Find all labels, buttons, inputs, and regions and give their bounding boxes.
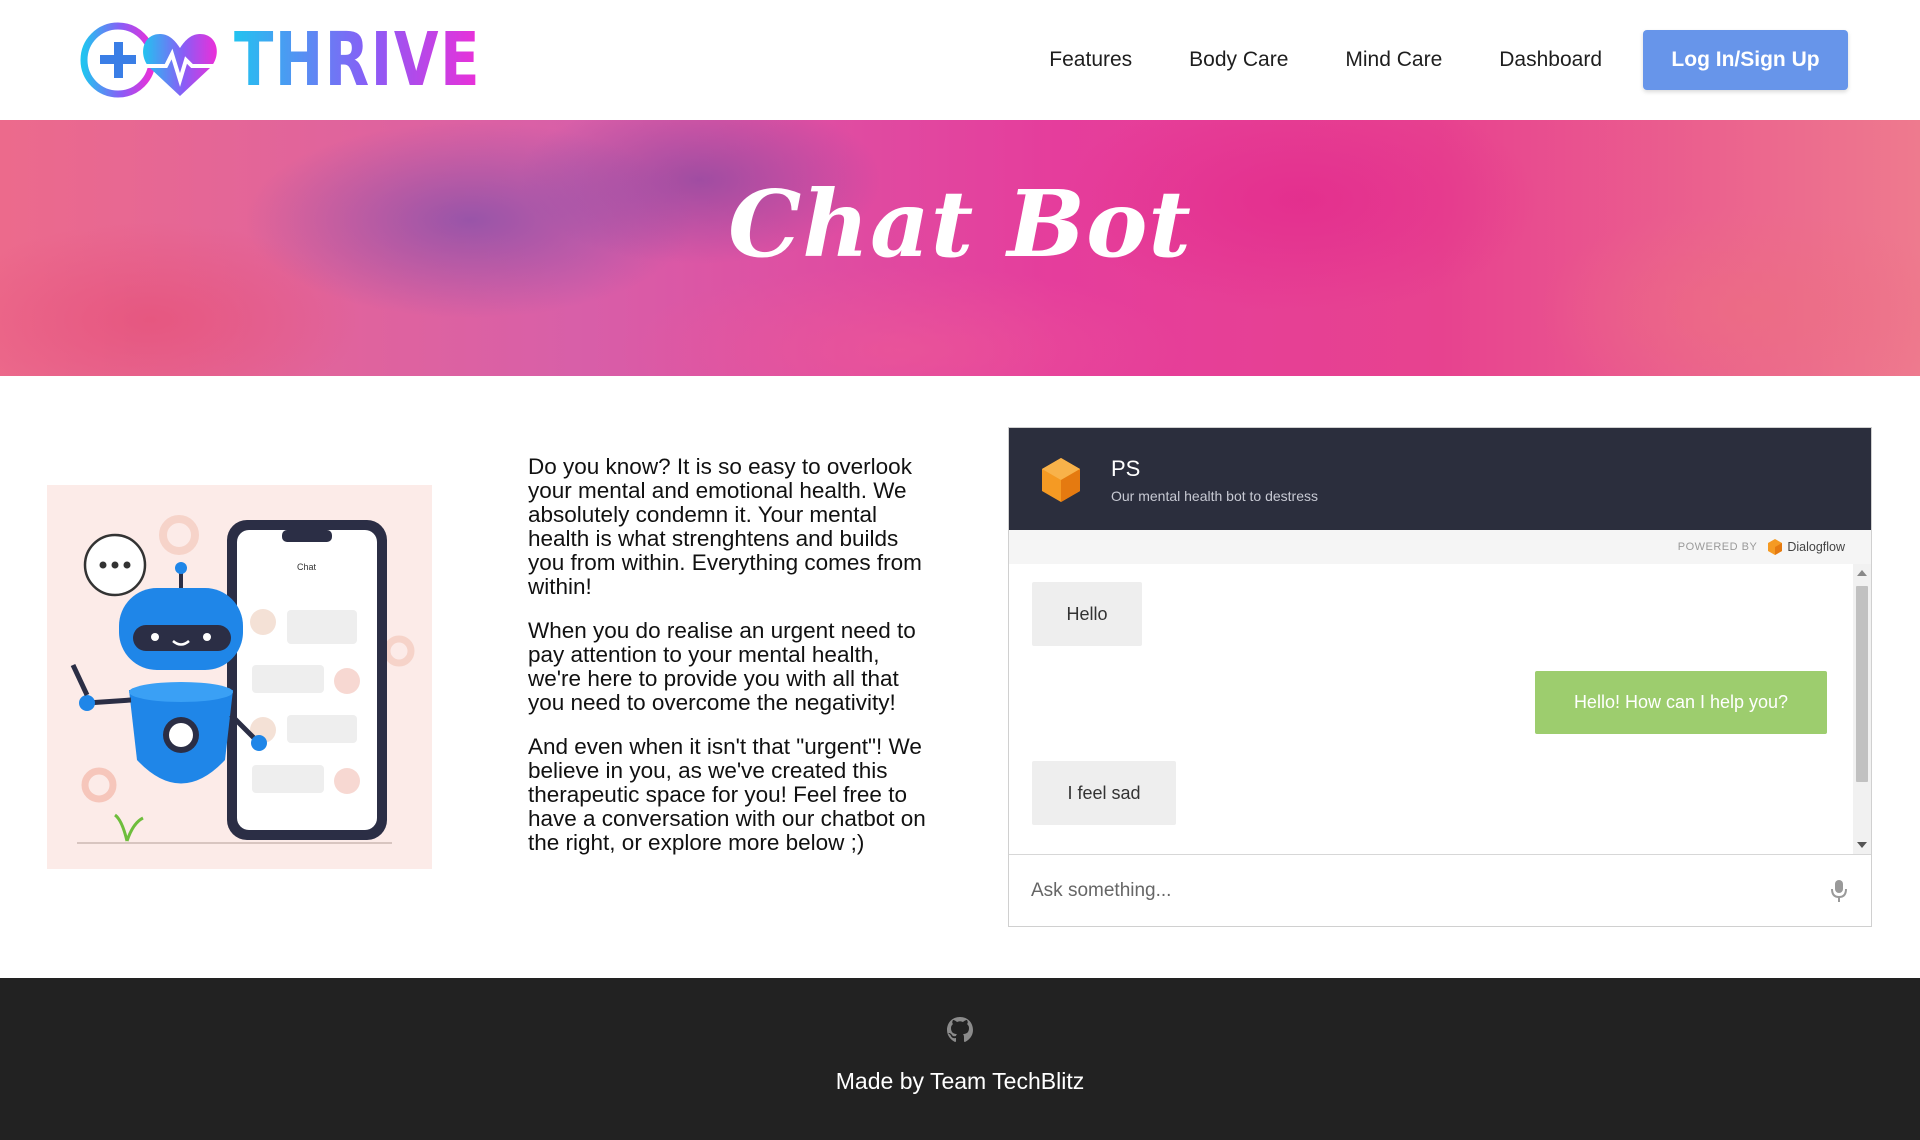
chat-bot-name: PS: [1111, 456, 1141, 481]
nav-link-mind-care[interactable]: Mind Care: [1345, 48, 1442, 72]
plus-heart-heartbeat-icon: [80, 22, 224, 98]
navbar: THRIVE Features Body Care Mind Care Dash…: [0, 0, 1920, 120]
footer-credit: Made by Team TechBlitz: [835, 1068, 1085, 1094]
nav-menu: Features Body Care Mind Care Dashboard L…: [992, 30, 1848, 90]
chatbot-widget: PS Our mental health bot to destress POW…: [1008, 427, 1872, 927]
powered-by-label: POWERED BY: [1677, 541, 1758, 553]
chat-messages: Hello Hello! How can I help you? I feel …: [1009, 564, 1871, 854]
intro-paragraph: When you do realise an urgent need to pa…: [528, 618, 916, 715]
scroll-down-arrow-icon[interactable]: [1857, 842, 1867, 848]
chat-input-bar: [1009, 854, 1871, 926]
intro-paragraph: And even when it isn't that "urgent"! We…: [528, 734, 926, 855]
login-signup-button[interactable]: Log In/Sign Up: [1643, 30, 1848, 90]
chatbot-illustration: Chat: [47, 485, 432, 869]
robot-phone-illustration: Chat: [70, 515, 415, 844]
chat-bot-subtitle: Our mental health bot to destress: [1111, 488, 1318, 504]
bot-message: Hello! How can I help you?: [1535, 671, 1827, 734]
powered-by-bar: POWERED BY Dialogflow: [1009, 530, 1871, 564]
scroll-thumb[interactable]: [1856, 586, 1868, 782]
dialogflow-label: Dialogflow: [1787, 540, 1845, 554]
microphone-icon[interactable]: [1831, 879, 1847, 903]
dialogflow-icon: [1768, 539, 1783, 555]
user-message: Hello: [1032, 582, 1142, 646]
chat-message-input[interactable]: [1031, 875, 1791, 907]
dialogflow-logo[interactable]: Dialogflow: [1767, 538, 1845, 556]
chat-header: PS Our mental health bot to destress: [1009, 428, 1871, 530]
nav-link-dashboard[interactable]: Dashboard: [1499, 48, 1602, 72]
bot-cube-icon: [1042, 458, 1080, 502]
hero-banner: Chat Bot: [0, 120, 1920, 376]
chat-scrollbar[interactable]: [1853, 564, 1871, 854]
nav-link-body-care[interactable]: Body Care: [1189, 48, 1288, 72]
intro-paragraph: Do you know? It is so easy to overlook y…: [528, 454, 922, 599]
intro-text: Do you know? It is so easy to overlook y…: [528, 455, 928, 875]
footer: Made by Team TechBlitz: [0, 978, 1920, 1140]
svg-text:Chat: Chat: [297, 562, 317, 572]
user-message: I feel sad: [1032, 761, 1176, 825]
nav-link-features[interactable]: Features: [1049, 48, 1132, 72]
brand-name: THRIVE: [234, 17, 482, 103]
page-title: Chat Bot: [728, 170, 1192, 278]
scroll-up-arrow-icon[interactable]: [1857, 570, 1867, 576]
brand-logo[interactable]: THRIVE: [80, 18, 551, 102]
github-icon[interactable]: [946, 1016, 974, 1046]
